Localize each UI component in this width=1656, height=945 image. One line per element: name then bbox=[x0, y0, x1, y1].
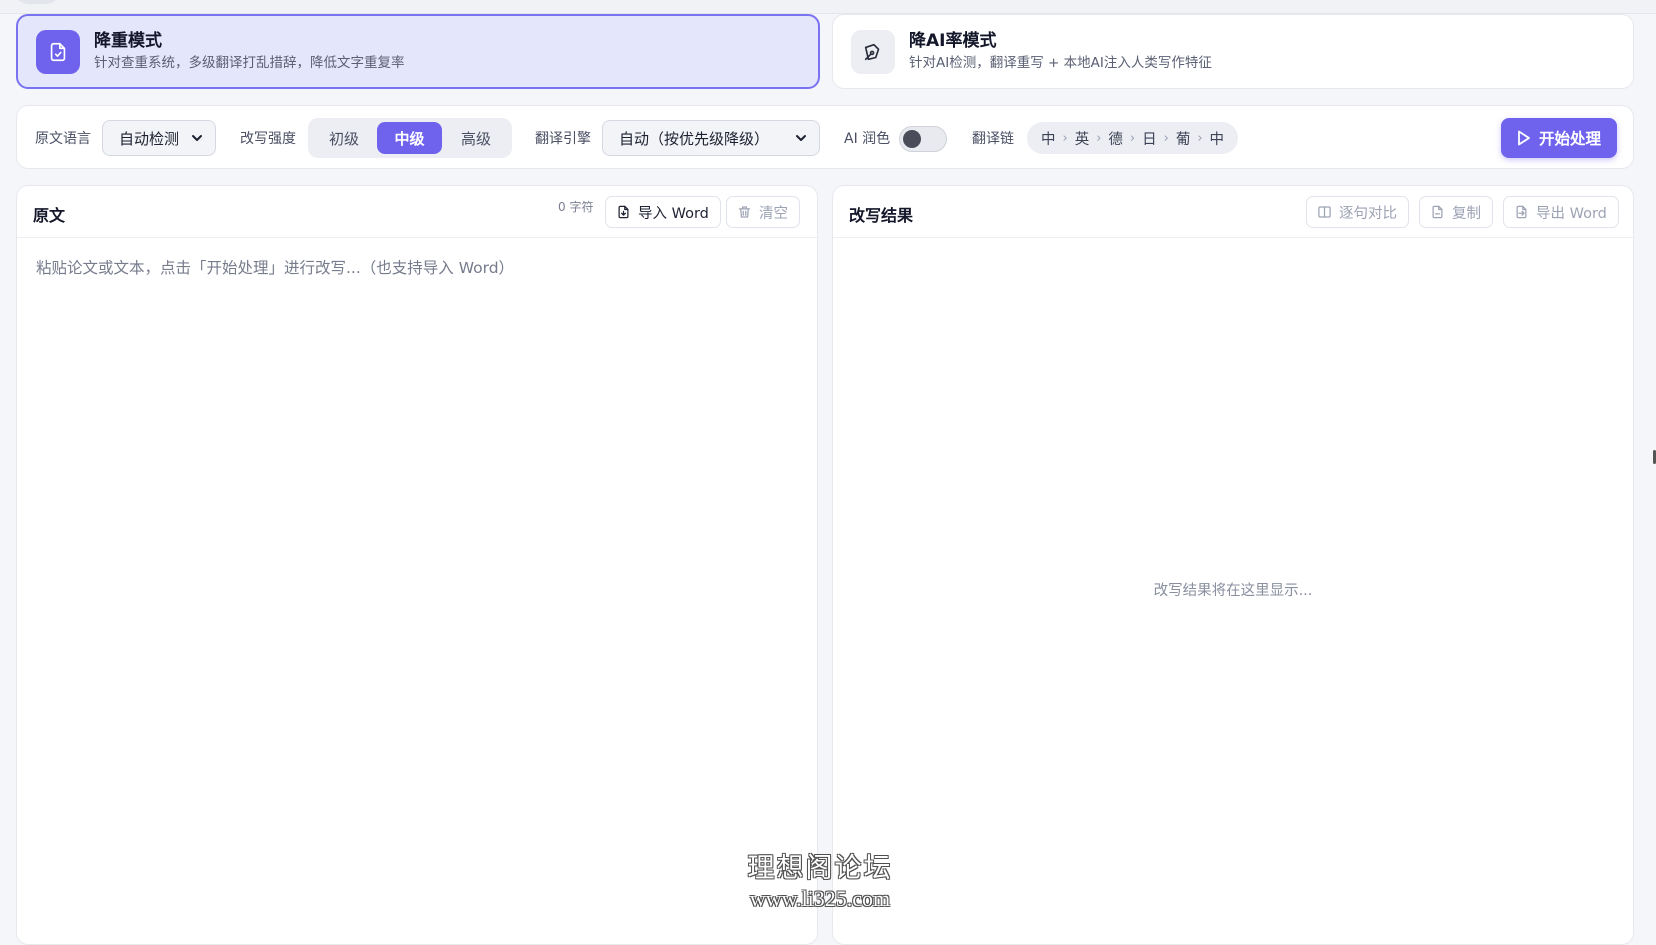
export-icon bbox=[1516, 205, 1527, 219]
mode-title: 降AI率模式 bbox=[909, 30, 997, 51]
mode-card-ai[interactable]: 降AI率模式 针对AI检测，翻译重写 + 本地AI注入人类写作特征 bbox=[832, 14, 1634, 89]
chain-step: 英 bbox=[1074, 131, 1090, 148]
copy-button[interactable]: 复制 bbox=[1419, 196, 1493, 228]
result-panel-title: 改写结果 bbox=[849, 206, 914, 225]
copy-icon bbox=[1432, 205, 1443, 219]
export-word-button[interactable]: 导出 Word bbox=[1503, 196, 1619, 228]
source-panel-header: 原文 0 字符 导入 Word 清空 bbox=[17, 186, 817, 238]
chain-step: 德 bbox=[1108, 131, 1123, 148]
toggle-knob bbox=[903, 130, 921, 148]
ai-polish-label: AI 润色 bbox=[844, 131, 891, 147]
source-text-input[interactable] bbox=[17, 239, 817, 939]
chevron-right-icon: › bbox=[1129, 130, 1136, 146]
import-word-button[interactable]: 导入 Word bbox=[605, 196, 721, 228]
watermark-title: 理想阁论坛 bbox=[747, 853, 893, 884]
result-empty-state: 改写结果将在这里显示... bbox=[1153, 583, 1313, 599]
pen-icon bbox=[851, 29, 895, 74]
mode-description: 针对查重系统，多级翻译打乱措辞，降低文字重复率 bbox=[94, 54, 405, 71]
clear-button[interactable]: 清空 bbox=[726, 196, 800, 228]
engine-select[interactable]: 自动（按优先级降级） bbox=[602, 120, 820, 156]
engine-label: 翻译引擎 bbox=[535, 131, 591, 147]
watermark-url: www.li325.com bbox=[749, 886, 891, 911]
strength-option-basic[interactable]: 初级 bbox=[312, 122, 376, 154]
compare-button[interactable]: 逐句对比 bbox=[1306, 196, 1409, 228]
import-word-label: 导入 Word bbox=[638, 205, 709, 222]
columns-icon bbox=[1318, 206, 1331, 218]
document-icon bbox=[36, 29, 80, 74]
result-panel: 改写结果 逐句对比 复制 导出 Word 改写结果将在这里显示... bbox=[832, 185, 1634, 945]
play-icon bbox=[1518, 130, 1530, 146]
watermark: 理想阁论坛 www.li325.com bbox=[700, 852, 940, 912]
chevron-right-icon: › bbox=[1062, 130, 1068, 146]
top-strip bbox=[0, 0, 1656, 14]
chevron-down-icon bbox=[192, 135, 202, 141]
chain-step: 中 bbox=[1041, 131, 1056, 148]
copy-label: 复制 bbox=[1452, 205, 1481, 222]
top-handle bbox=[14, 0, 60, 4]
chain-step: 葡 bbox=[1175, 131, 1191, 148]
settings-toolbar: 原文语言 自动检测 改写强度 初级 中级 高级 翻译引擎 自动（按优先级降级） … bbox=[16, 105, 1634, 169]
source-lang-select[interactable]: 自动检测 bbox=[102, 120, 216, 156]
ai-polish-toggle[interactable] bbox=[899, 126, 947, 152]
char-count: 0 字符 bbox=[558, 200, 594, 214]
strength-option-advanced[interactable]: 高级 bbox=[444, 122, 508, 154]
chevron-right-icon: › bbox=[1163, 130, 1169, 146]
chevron-down-icon bbox=[796, 135, 806, 141]
clear-label: 清空 bbox=[759, 205, 788, 222]
file-import-icon bbox=[618, 205, 629, 219]
mode-description: 针对AI检测，翻译重写 + 本地AI注入人类写作特征 bbox=[909, 54, 1212, 71]
chain-label: 翻译链 bbox=[972, 131, 1014, 147]
mode-title: 降重模式 bbox=[94, 30, 162, 51]
engine-value: 自动（按优先级降级） bbox=[619, 129, 770, 148]
source-panel: 原文 0 字符 导入 Word 清空 bbox=[16, 185, 818, 945]
trash-icon bbox=[738, 206, 751, 218]
chain-step: 日 bbox=[1142, 131, 1157, 148]
compare-label: 逐句对比 bbox=[1339, 205, 1397, 222]
chain-step: 中 bbox=[1209, 131, 1225, 148]
source-lang-value: 自动检测 bbox=[119, 129, 180, 148]
source-lang-label: 原文语言 bbox=[35, 131, 91, 147]
strength-option-medium[interactable]: 中级 bbox=[377, 122, 442, 154]
chevron-right-icon: › bbox=[1197, 130, 1203, 146]
mode-card-dedup[interactable]: 降重模式 针对查重系统，多级翻译打乱措辞，降低文字重复率 bbox=[16, 14, 820, 89]
export-word-label: 导出 Word bbox=[1536, 205, 1607, 222]
translation-chain: 中 › 英 › 德 › 日 › 葡 › 中 bbox=[1027, 122, 1239, 154]
strength-segmented-control: 初级 中级 高级 bbox=[308, 118, 512, 158]
start-label: 开始处理 bbox=[1538, 130, 1601, 148]
start-process-button[interactable]: 开始处理 bbox=[1501, 118, 1617, 158]
source-panel-title: 原文 bbox=[33, 206, 66, 225]
strength-label: 改写强度 bbox=[240, 131, 296, 147]
result-panel-header: 改写结果 逐句对比 复制 导出 Word bbox=[833, 186, 1633, 238]
chevron-right-icon: › bbox=[1096, 130, 1102, 146]
